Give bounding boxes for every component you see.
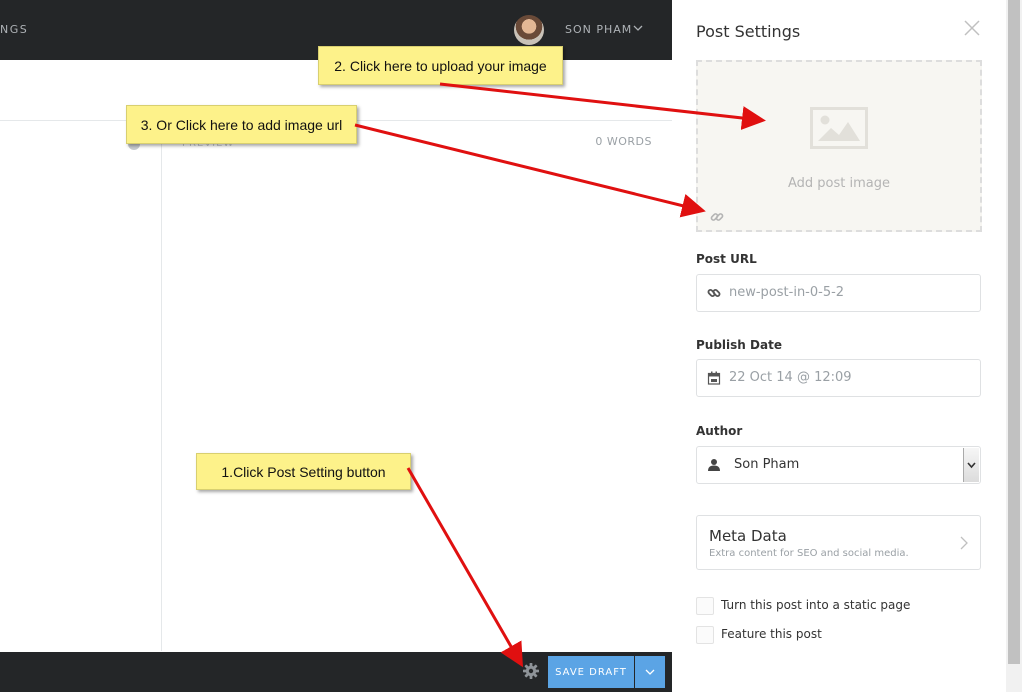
- user-icon: [708, 459, 720, 471]
- chevron-down-icon: [967, 462, 976, 469]
- chevron-down-icon[interactable]: [633, 23, 643, 33]
- select-dropdown-arrow[interactable]: [963, 448, 979, 482]
- link-icon[interactable]: [710, 210, 724, 224]
- feature-post-label: Feature this post: [721, 627, 822, 641]
- nav-item-settings[interactable]: NGS: [0, 23, 28, 36]
- publish-date-label: Publish Date: [696, 338, 782, 352]
- static-page-checkbox[interactable]: [696, 597, 714, 615]
- meta-data-subtitle: Extra content for SEO and social media.: [709, 548, 909, 559]
- arrow-to-gear: [406, 467, 523, 668]
- meta-data-menu[interactable]: Meta Data Extra content for SEO and soci…: [696, 515, 981, 570]
- post-settings-gear-icon[interactable]: [522, 662, 540, 680]
- avatar[interactable]: [514, 15, 544, 45]
- close-icon[interactable]: [964, 20, 980, 36]
- author-label: Author: [696, 424, 743, 438]
- chevron-right-icon: [960, 536, 968, 550]
- calendar-icon: [707, 371, 721, 385]
- word-count: 0 WORDS: [595, 135, 652, 148]
- markdown-editor[interactable]: [0, 121, 162, 651]
- add-post-image-label: Add post image: [787, 176, 890, 191]
- image-icon: [810, 107, 868, 149]
- publish-date-input[interactable]: 22 Oct 14 @ 12:09: [696, 359, 981, 397]
- link-icon: [707, 289, 721, 297]
- post-settings-panel: Post Settings Add post image Post URL ne…: [672, 0, 1006, 692]
- post-url-label: Post URL: [696, 252, 757, 266]
- callout-image-url: 3. Or Click here to add image url: [126, 105, 357, 144]
- post-url-input[interactable]: new-post-in-0-5-2: [696, 274, 981, 312]
- static-page-label: Turn this post into a static page: [721, 598, 911, 612]
- callout-settings-button: 1.Click Post Setting button: [196, 453, 411, 490]
- panel-title: Post Settings: [696, 22, 801, 41]
- post-image-upload[interactable]: Add post image: [696, 60, 982, 232]
- publish-date-value: 22 Oct 14 @ 12:09: [729, 370, 852, 385]
- user-menu-name[interactable]: SON PHAM: [565, 23, 632, 36]
- save-draft-button[interactable]: SAVE DRAFT: [548, 656, 634, 688]
- author-value: Son Pham: [734, 457, 800, 472]
- post-url-value: new-post-in-0-5-2: [729, 285, 845, 300]
- callout-upload-image: 2. Click here to upload your image: [318, 46, 563, 85]
- feature-post-checkbox[interactable]: [696, 626, 714, 644]
- chevron-down-icon: [645, 669, 655, 675]
- author-select[interactable]: Son Pham: [696, 446, 981, 484]
- scrollbar-thumb[interactable]: [1008, 0, 1020, 664]
- meta-data-title: Meta Data: [709, 527, 787, 545]
- save-options-button[interactable]: [635, 656, 665, 688]
